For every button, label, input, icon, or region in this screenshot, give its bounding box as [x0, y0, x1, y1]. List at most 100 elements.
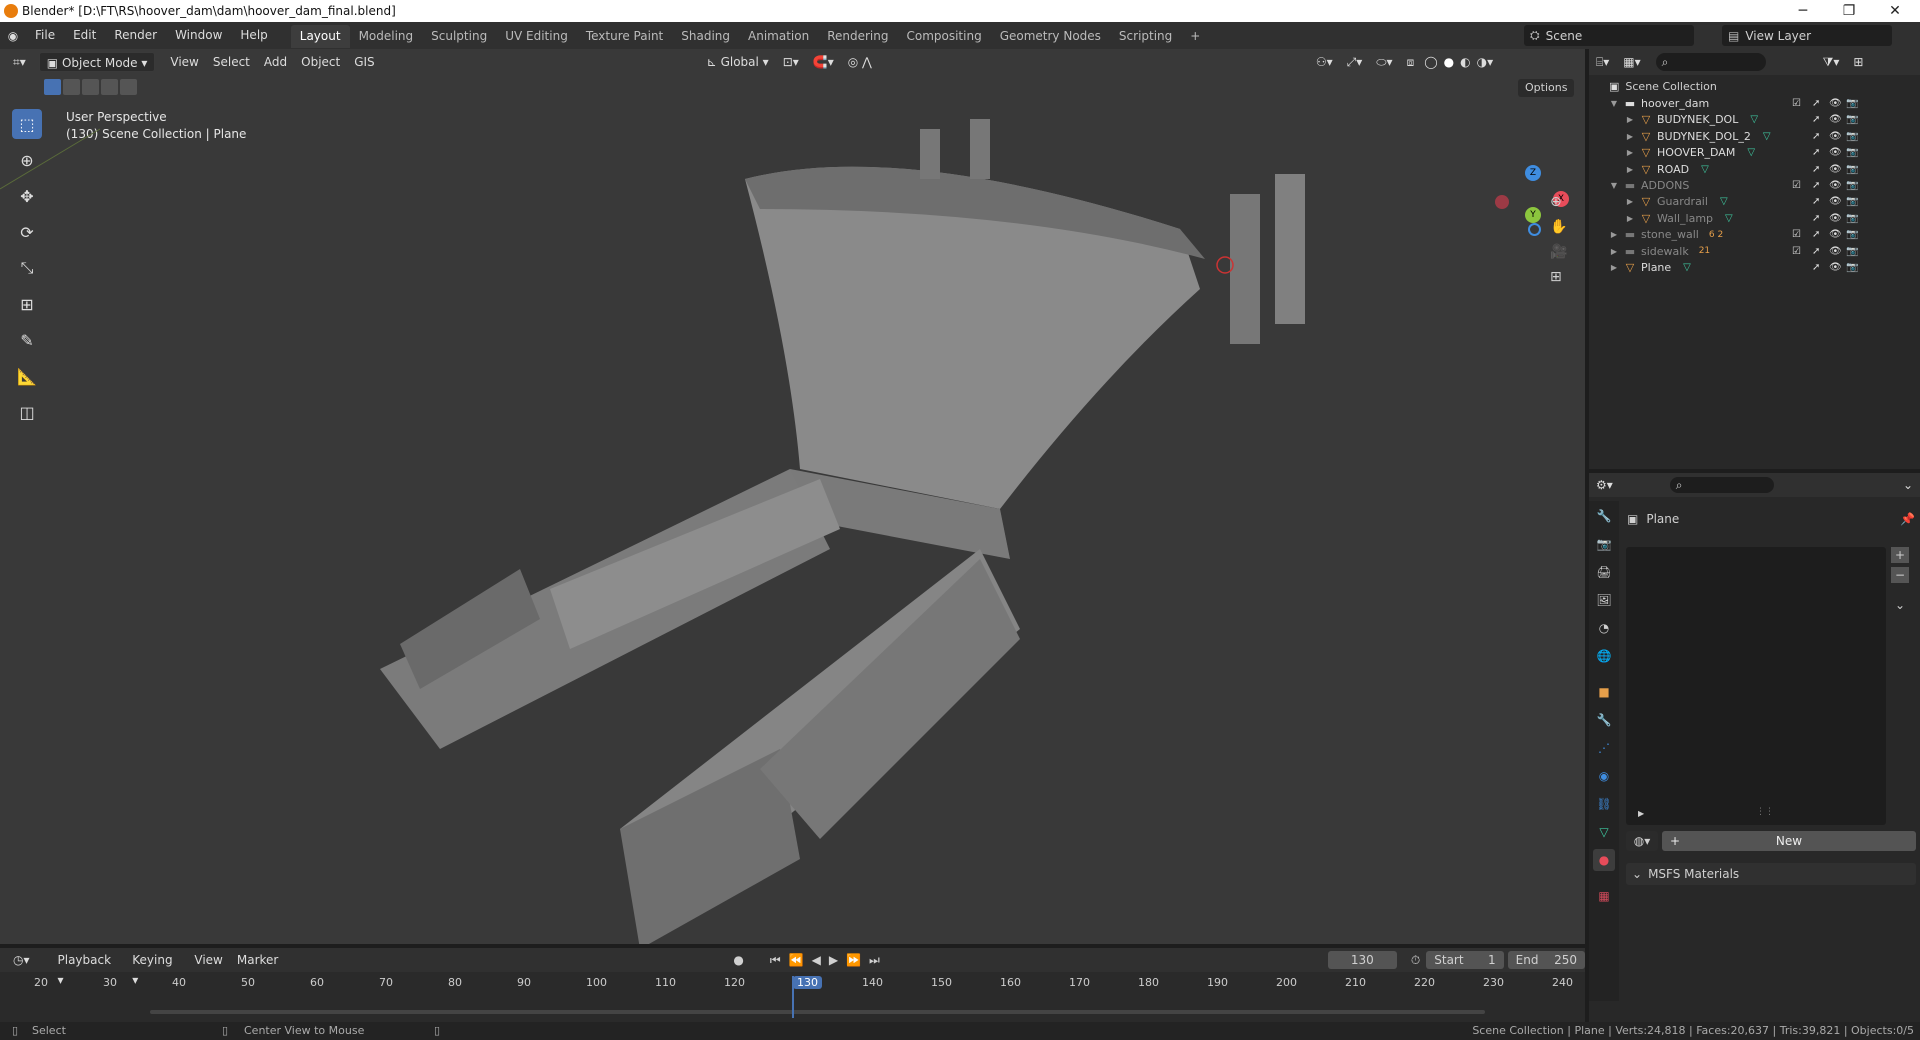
navigation-gizmo[interactable]: X Y Z — [1490, 115, 1570, 236]
disclosure-triangle-icon[interactable]: ▶ — [1625, 115, 1635, 124]
texture-tab-icon[interactable]: ▦ — [1593, 885, 1615, 907]
tab-texture-paint[interactable]: Texture Paint — [577, 25, 672, 48]
gizmo-z-icon[interactable]: Z — [1525, 165, 1541, 181]
properties-options-icon[interactable]: ⌄ — [1896, 475, 1920, 495]
render-toggle-icon[interactable]: 📷 — [1846, 164, 1858, 175]
render-toggle-icon[interactable]: 📷 — [1846, 131, 1858, 142]
render-toggle-icon[interactable]: 📷 — [1846, 262, 1858, 273]
menu-render[interactable]: Render — [105, 22, 166, 49]
visibility-eye-icon[interactable]: 👁 — [1829, 164, 1842, 175]
selectable-toggle-icon[interactable]: ➚ — [1812, 98, 1820, 109]
disclosure-triangle-icon[interactable]: ▶ — [1609, 247, 1619, 256]
close-window-button[interactable]: ✕ — [1872, 0, 1918, 22]
jump-key-back-icon[interactable]: ⏪ — [789, 953, 804, 967]
play-icon[interactable]: ▶ — [829, 953, 838, 967]
visibility-eye-icon[interactable]: 👁 — [1829, 180, 1842, 191]
jump-start-icon[interactable]: ⏮ — [770, 953, 781, 968]
end-frame-field[interactable]: End 250 — [1507, 951, 1585, 969]
material-new-button[interactable]: + New — [1662, 831, 1916, 851]
filter-icon[interactable]: ⧩▾ — [1816, 52, 1847, 72]
slot-specials-icon[interactable]: ⌄ — [1891, 597, 1909, 613]
material-browse-icon[interactable]: ◍▾ — [1626, 831, 1658, 851]
current-frame-field[interactable]: 130 — [1327, 951, 1397, 969]
tab-sculpting[interactable]: Sculpting — [422, 25, 496, 48]
disclosure-triangle-icon[interactable]: ▶ — [1625, 214, 1635, 223]
object-tab-icon[interactable]: ■ — [1593, 681, 1615, 703]
physics-tab-icon[interactable]: ◉ — [1593, 765, 1615, 787]
jump-key-forward-icon[interactable]: ⏩ — [846, 953, 861, 967]
ortho-grid-icon[interactable]: ⊞ — [1550, 269, 1567, 285]
menu-file[interactable]: File — [26, 22, 64, 49]
menu-window[interactable]: Window — [166, 22, 231, 49]
tab-uv-editing[interactable]: UV Editing — [496, 25, 577, 48]
tab-modeling[interactable]: Modeling — [350, 25, 423, 48]
selectable-toggle-icon[interactable]: ➚ — [1812, 213, 1820, 224]
render-toggle-icon[interactable]: 📷 — [1846, 196, 1858, 207]
minimize-button[interactable]: ─ — [1780, 0, 1826, 22]
output-tab-icon[interactable]: 🖨 — [1593, 561, 1615, 583]
pin-icon[interactable]: 📌 — [1900, 512, 1915, 526]
outliner-search-input[interactable]: ⌕ — [1655, 53, 1766, 71]
playhead-line[interactable] — [792, 976, 794, 1018]
msfs-materials-panel[interactable]: ⌄ MSFS Materials — [1626, 863, 1916, 885]
constraints-tab-icon[interactable]: ⛓ — [1593, 793, 1615, 815]
tab-geometry-nodes[interactable]: Geometry Nodes — [991, 25, 1110, 48]
exclude-checkbox[interactable]: ☑ — [1792, 229, 1801, 240]
scene-selector[interactable]: ⛭ Scene — [1524, 25, 1694, 46]
timeline-scrollbar[interactable] — [150, 1010, 1485, 1014]
pan-hand-icon[interactable]: ✋ — [1550, 219, 1567, 235]
timeline-menu-view[interactable]: View — [187, 950, 229, 970]
outliner-row-wall-lamp[interactable]: ▶ ▽ Wall_lamp ▽ ➚ 👁 📷 — [1609, 210, 1881, 227]
outliner-row-hoover-dam[interactable]: ▼ ▬ hoover_dam ☑ ➚ 👁 📷 — [1609, 95, 1881, 112]
play-reverse-icon[interactable]: ◀ — [812, 953, 821, 967]
view-layer-tab-icon[interactable]: 🖼 — [1593, 589, 1615, 611]
outliner-root[interactable]: ▣ Scene Collection — [1609, 78, 1909, 95]
exclude-checkbox[interactable]: ☑ — [1792, 98, 1801, 109]
visibility-eye-icon[interactable]: 👁 — [1829, 213, 1842, 224]
slot-resize-handle[interactable]: ⋮⋮ — [1756, 807, 1774, 817]
render-tab-icon[interactable]: 📷 — [1593, 533, 1615, 555]
selectable-toggle-icon[interactable]: ➚ — [1812, 229, 1820, 240]
selectable-toggle-icon[interactable]: ➚ — [1812, 180, 1820, 191]
new-collection-icon[interactable]: ⊞ — [1846, 52, 1870, 72]
outliner-row-hoover-dam[interactable]: ▶ ▽ HOOVER_DAM ▽ ➚ 👁 📷 — [1609, 144, 1881, 161]
outliner-row-plane[interactable]: ▶ ▽ Plane ▽ ➚ 👁 📷 — [1609, 259, 1881, 276]
view-layer-selector[interactable]: ▤ View Layer — [1722, 25, 1892, 46]
material-slot-list[interactable]: ▶ ⋮⋮ — [1626, 547, 1886, 825]
render-toggle-icon[interactable]: 📷 — [1846, 98, 1858, 109]
visibility-eye-icon[interactable]: 👁 — [1829, 246, 1842, 257]
selectable-toggle-icon[interactable]: ➚ — [1812, 147, 1820, 158]
tab-layout[interactable]: Layout — [290, 25, 350, 48]
outliner-row-budynek-dol-2[interactable]: ▶ ▽ BUDYNEK_DOL_2 ▽ ➚ 👁 📷 — [1609, 128, 1881, 145]
tab-compositing[interactable]: Compositing — [897, 25, 990, 48]
remove-slot-icon[interactable]: − — [1891, 567, 1909, 583]
exclude-checkbox[interactable]: ☑ — [1792, 180, 1801, 191]
visibility-eye-icon[interactable]: 👁 — [1829, 147, 1842, 158]
selectable-toggle-icon[interactable]: ➚ — [1812, 246, 1820, 257]
outliner-row-addons[interactable]: ▼ ▬ ADDONS ☑ ➚ 👁 📷 — [1609, 177, 1881, 194]
gizmo-y-icon[interactable]: Y — [1525, 207, 1541, 223]
visibility-eye-icon[interactable]: 👁 — [1829, 229, 1842, 240]
jump-end-icon[interactable]: ⏭ — [869, 953, 880, 968]
viewport-3d[interactable]: ⌗▾ ▣ Object Mode ▾ View Select Add Objec… — [0, 49, 1585, 944]
maximize-button[interactable]: ❐ — [1826, 0, 1872, 22]
stopwatch-icon[interactable]: ⏱ — [1411, 953, 1420, 968]
properties-search-input[interactable]: ⌕ — [1669, 477, 1774, 493]
gizmo-neg-z-icon[interactable] — [1528, 223, 1541, 236]
disclosure-triangle-icon[interactable]: ▶ — [1625, 132, 1635, 141]
exclude-checkbox[interactable]: ☑ — [1792, 246, 1801, 257]
outliner-editor-icon[interactable]: ⌸▾ — [1589, 52, 1616, 72]
menu-help[interactable]: Help — [231, 22, 276, 49]
start-frame-field[interactable]: Start 1 — [1426, 951, 1504, 969]
add-slot-icon[interactable]: + — [1891, 547, 1909, 563]
particles-tab-icon[interactable]: ⋰ — [1593, 737, 1615, 759]
data-tab-icon[interactable]: ▽ — [1593, 821, 1615, 843]
disclosure-triangle-icon[interactable]: ▶ — [1609, 263, 1619, 272]
render-toggle-icon[interactable]: 📷 — [1846, 114, 1858, 125]
modifier-tab-icon[interactable]: 🔧 — [1593, 709, 1615, 731]
render-toggle-icon[interactable]: 📷 — [1846, 246, 1858, 257]
disclosure-triangle-icon[interactable]: ▶ — [1625, 148, 1635, 157]
visibility-eye-icon[interactable]: 👁 — [1829, 114, 1842, 125]
camera-view-icon[interactable]: 🎥 — [1550, 244, 1567, 260]
selectable-toggle-icon[interactable]: ➚ — [1812, 164, 1820, 175]
